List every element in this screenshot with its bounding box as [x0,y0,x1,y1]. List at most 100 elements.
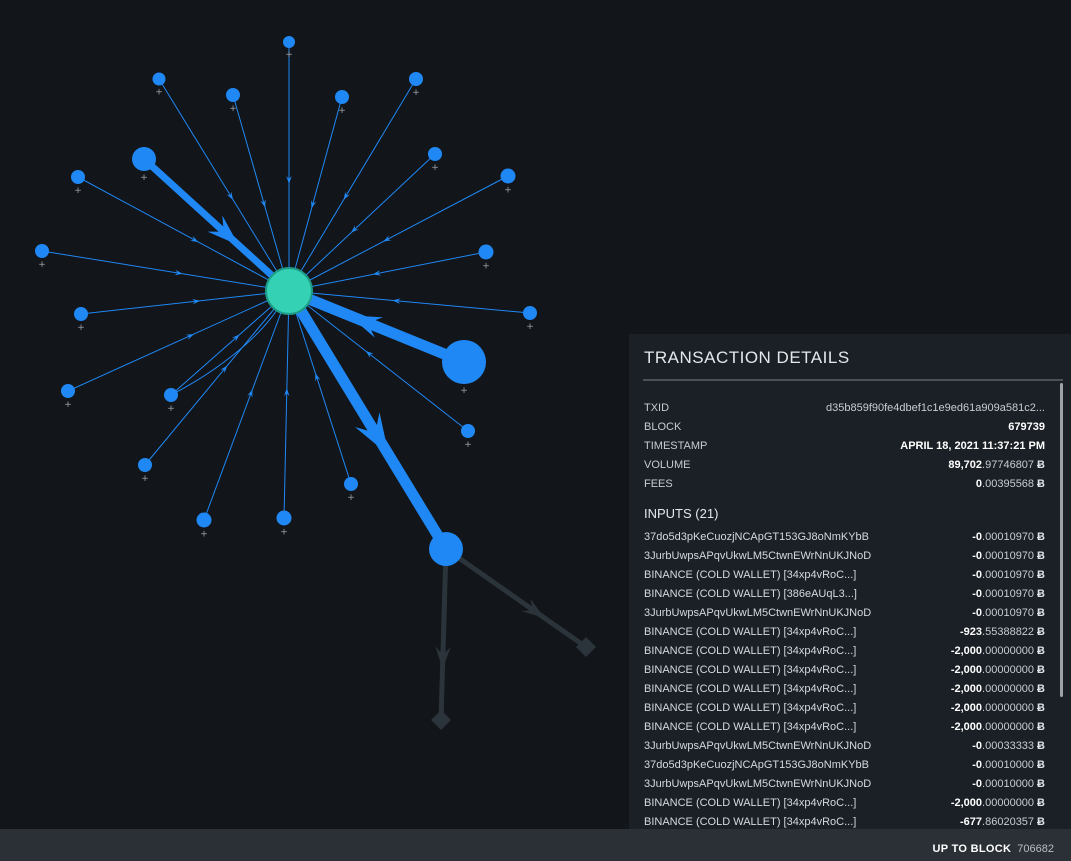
expand-icon[interactable]: + [167,404,175,414]
unspent-output-node[interactable] [431,710,451,730]
input-row[interactable]: 3JurbUwpsAPqvUkwLM5CtwnEWrNnUKJNoD -0.000… [644,774,1045,793]
address-node[interactable] [164,388,178,402]
address-node[interactable] [344,477,358,491]
input-amount: -0.00010000 Ƀ [972,778,1045,790]
block-height-label: UP TO BLOCK [932,843,1012,855]
transaction-meta: TXID d35b859f90fe4dbef1c1e9ed61a909a581c2… [644,398,1045,493]
input-address: BINANCE (COLD WALLET) [34xp4vRoC...] [644,568,857,581]
input-address: BINANCE (COLD WALLET) [386eAUqL3...] [644,587,857,600]
input-edge[interactable] [288,78,417,292]
expand-icon[interactable]: + [200,530,208,540]
address-node[interactable] [428,147,442,161]
expand-icon[interactable]: + [155,88,163,98]
input-row[interactable]: BINANCE (COLD WALLET) [34xp4vRoC...] -2,0… [644,641,1045,660]
bitcoin-icon: Ƀ [1037,815,1045,828]
address-node[interactable] [409,72,423,86]
input-row[interactable]: 3JurbUwpsAPqvUkwLM5CtwnEWrNnUKJNoD -0.000… [644,736,1045,755]
input-edge[interactable] [158,78,290,292]
edge-arrowhead [190,235,199,243]
input-edge[interactable] [170,301,283,396]
input-row[interactable]: BINANCE (COLD WALLET) [34xp4vRoC...] -923… [644,622,1045,641]
expand-icon[interactable]: + [280,528,288,538]
amount-whole: -923 [960,625,983,638]
expand-icon[interactable]: + [347,493,355,503]
expand-icon[interactable]: + [460,386,468,396]
input-edge[interactable] [288,96,343,292]
input-edge[interactable] [67,290,290,392]
bitcoin-icon: Ƀ [1037,530,1045,543]
address-node[interactable] [61,384,75,398]
next-transaction-node[interactable] [429,532,463,566]
expand-icon[interactable]: + [504,186,512,196]
input-address: 3JurbUwpsAPqvUkwLM5CtwnEWrNnUKJNoD [644,606,872,619]
expand-icon[interactable]: + [229,104,237,114]
amount-fraction: .00000000 [982,682,1035,695]
downstream-edge[interactable] [444,546,588,650]
expand-icon[interactable]: + [140,173,148,183]
address-node[interactable] [478,244,494,260]
expand-icon[interactable]: + [285,50,293,60]
expand-icon[interactable]: + [526,322,534,332]
input-edge[interactable] [288,153,436,292]
expand-icon[interactable]: + [412,88,420,98]
input-row[interactable]: BINANCE (COLD WALLET) [34xp4vRoC...] -2,0… [644,793,1045,812]
meta-row-fees: FEES 0.00395568 Ƀ [644,474,1045,493]
panel-scrollbar[interactable] [1060,383,1063,697]
input-address: 37do5d3pKeCuozjNCApGT153GJ8oNmKYbB [644,758,870,771]
input-row[interactable]: 37do5d3pKeCuozjNCApGT153GJ8oNmKYbB -0.000… [644,755,1045,774]
input-edge[interactable] [288,290,469,432]
expand-icon[interactable]: + [464,440,472,450]
expand-icon[interactable]: + [74,186,82,196]
expand-icon[interactable]: + [431,163,439,173]
input-edge[interactable] [288,251,487,292]
input-row[interactable]: BINANCE (COLD WALLET) [34xp4vRoC...] -2,0… [644,698,1045,717]
input-address: BINANCE (COLD WALLET) [34xp4vRoC...] [644,625,857,638]
amount-whole: 89,702 [948,458,983,471]
bitcoin-icon: Ƀ [1037,549,1045,562]
bitcoin-icon: Ƀ [1037,701,1045,714]
input-row[interactable]: BINANCE (COLD WALLET) [34xp4vRoC...] -2,0… [644,679,1045,698]
expand-icon[interactable]: + [38,260,46,270]
address-node[interactable] [132,147,156,171]
address-node[interactable] [461,424,475,438]
address-node[interactable] [196,512,212,528]
input-address: BINANCE (COLD WALLET) [34xp4vRoC...] [644,663,857,676]
meta-value[interactable]: d35b859f90fe4dbef1c1e9ed61a909a581c2... [826,402,1045,414]
input-row[interactable]: BINANCE (COLD WALLET) [34xp4vRoC...] -2,0… [644,717,1045,736]
input-row[interactable]: BINANCE (COLD WALLET) [34xp4vRoC...] -677… [644,812,1045,829]
selected-transaction-node[interactable] [265,267,313,315]
address-node[interactable] [276,510,292,526]
input-amount: -2,000.00000000 Ƀ [951,797,1045,809]
input-amount: -923.55388822 Ƀ [960,626,1045,638]
expand-icon[interactable]: + [482,262,490,272]
meta-text: 679739 [1008,420,1045,433]
expand-icon[interactable]: + [338,106,346,116]
input-edge[interactable] [80,290,290,315]
expand-icon[interactable]: + [64,400,72,410]
bitcoin-icon: Ƀ [1037,796,1045,809]
input-row[interactable]: BINANCE (COLD WALLET) [34xp4vRoC...] -2,0… [644,660,1045,679]
address-node[interactable] [35,244,49,258]
input-edge[interactable] [144,290,290,466]
address-node[interactable] [138,458,152,472]
address-node[interactable] [500,168,516,184]
input-row[interactable]: BINANCE (COLD WALLET) [386eAUqL3...] -0.0… [644,584,1045,603]
expand-icon[interactable]: + [77,323,85,333]
address-node[interactable] [74,307,88,321]
address-node[interactable] [523,306,537,320]
expand-icon[interactable]: + [141,474,149,484]
downstream-edge[interactable] [438,548,449,721]
input-row[interactable]: 37do5d3pKeCuozjNCApGT153GJ8oNmKYbB -0.000… [644,527,1045,546]
input-row[interactable]: BINANCE (COLD WALLET) [34xp4vRoC...] -0.0… [644,565,1045,584]
address-node[interactable] [152,72,166,86]
address-node[interactable] [442,340,486,384]
address-node[interactable] [71,170,85,184]
address-node[interactable] [335,90,349,104]
input-edge[interactable] [283,290,290,519]
input-edge[interactable] [203,290,290,521]
address-node[interactable] [283,36,295,48]
input-row[interactable]: 3JurbUwpsAPqvUkwLM5CtwnEWrNnUKJNoD -0.000… [644,546,1045,565]
address-node[interactable] [226,88,240,102]
input-edge[interactable] [288,175,509,292]
input-row[interactable]: 3JurbUwpsAPqvUkwLM5CtwnEWrNnUKJNoD -0.000… [644,603,1045,622]
